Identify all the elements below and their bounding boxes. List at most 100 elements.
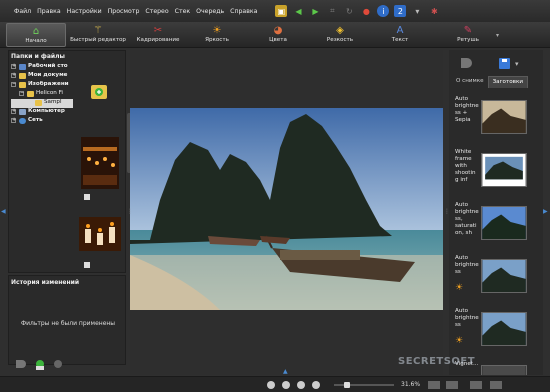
preset-thumbnail [481, 259, 527, 293]
ribbon-bar: ⌂ Начало ⚚ Быстрый редактор ✂ Кадрирован… [0, 22, 550, 48]
export-icon[interactable] [54, 360, 62, 368]
collapse-icon[interactable]: − [19, 91, 24, 96]
compare-view-icon[interactable] [446, 381, 458, 389]
actual-size-icon[interactable] [312, 381, 320, 389]
fullscreen-icon[interactable] [490, 381, 502, 389]
tab-about-photo[interactable]: О снимке [452, 76, 488, 88]
view-mode-buttons [428, 381, 502, 389]
thumbnail-view-icon[interactable] [470, 381, 482, 389]
expand-icon[interactable]: + [11, 64, 16, 69]
expand-icon[interactable]: + [11, 118, 16, 123]
collapse-icon[interactable]: − [11, 82, 16, 87]
open-folder-icon[interactable]: ▣ [275, 5, 288, 17]
thumbnail-candles-2[interactable] [79, 217, 121, 251]
main-toolbar: ▣ ◀ ▶ ⌗ ↻ ● i 2 ▾ ✱ [275, 5, 440, 17]
tab-quick-editor[interactable]: ⚚ Быстрый редактор [70, 23, 126, 47]
palette-icon: ◕ [273, 25, 283, 36]
add-folder-icon[interactable] [91, 85, 107, 99]
save-disk-icon[interactable] [499, 58, 510, 69]
menu-stack[interactable]: Стек [175, 8, 190, 15]
tab-text[interactable]: A Текст [382, 23, 418, 47]
apply-preset-icon[interactable] [461, 58, 472, 68]
undo-icon[interactable] [16, 360, 26, 368]
menu-settings[interactable]: Настройки [67, 8, 102, 15]
preset-item[interactable]: Auto brightness ☀ [453, 253, 535, 305]
tools-icon[interactable]: ✱ [428, 5, 440, 17]
tree-item-my-documents[interactable]: + Мои докуме [11, 72, 73, 81]
tab-home[interactable]: ⌂ Начало [6, 23, 66, 47]
crop-tool-icon[interactable]: ⌗ [326, 5, 338, 17]
info-icon[interactable]: i [377, 5, 390, 17]
tab-retouch[interactable]: ✎ Ретушь [448, 23, 488, 47]
folder-tree: + Рабочий сто + Мои докуме − Изображени … [11, 63, 73, 273]
menu-view[interactable]: Просмотр [108, 8, 140, 15]
zoom-level: 31.6% [401, 381, 421, 388]
tab-crop[interactable]: ✂ Кадрирование [134, 23, 182, 47]
fit-zoom-icon[interactable] [297, 381, 305, 389]
single-view-icon[interactable] [428, 381, 440, 389]
collapse-right-icon[interactable]: ▶ [543, 208, 548, 215]
thumbnail-checkbox[interactable] [84, 194, 90, 200]
text-a-icon: A [396, 25, 404, 36]
tree-item-images[interactable]: − Изображени [11, 81, 73, 90]
network-icon [19, 118, 26, 124]
tab-sharpness[interactable]: ◈ Резкость [318, 23, 362, 47]
preset-item[interactable]: Auto brightness, saturation, sh [453, 200, 535, 252]
zoom-slider-thumb[interactable] [344, 382, 350, 388]
sharpness-icon: ◈ [336, 25, 344, 36]
history-panel: История изменений Фильтры не были примен… [8, 275, 126, 365]
preset-item[interactable]: Auto brightness ☀ [453, 306, 535, 358]
menu-bar: Файл Правка Настройки Просмотр Стерео Ст… [0, 0, 550, 22]
zoom-out-icon[interactable] [267, 381, 275, 389]
folder-open-icon [35, 100, 42, 106]
tree-item-helicon[interactable]: − Helicon Fi [11, 90, 73, 99]
zoom-in-icon[interactable] [282, 381, 290, 389]
menu-stereo[interactable]: Стерео [145, 8, 168, 15]
menu-edit[interactable]: Правка [37, 8, 61, 15]
preset-thumbnail [481, 365, 527, 375]
preset-item[interactable]: White frame with shooting inf [453, 147, 535, 199]
splitter-left-icon[interactable]: ⋮ [127, 208, 133, 215]
expand-icon[interactable]: + [11, 73, 16, 78]
tab-colors-label: Цвета [269, 37, 287, 43]
save-options-arrow-icon[interactable]: ▾ [515, 60, 519, 68]
tab-presets[interactable]: Заготовки [487, 76, 528, 88]
expand-icon[interactable]: + [11, 109, 16, 114]
tab-brightness[interactable]: ☀ Яркость [196, 23, 238, 47]
tree-item-network[interactable]: + Сеть [11, 117, 73, 126]
map-pin-icon[interactable]: ● [360, 5, 372, 17]
menu-help[interactable]: Справка [230, 8, 257, 15]
splitter-right-icon[interactable]: ⋮ [444, 208, 450, 215]
thumbnail-candles-1[interactable] [81, 137, 119, 189]
image-viewer [130, 50, 443, 375]
collapse-bottom-icon[interactable]: ▲ [283, 368, 288, 375]
tree-item-computer[interactable]: + Компьютер [11, 108, 73, 117]
sun-icon: ☀ [455, 283, 464, 293]
main-photo[interactable] [130, 50, 443, 375]
zoom-slider[interactable] [330, 380, 398, 390]
stereo-badge-icon[interactable]: 2 [394, 5, 407, 17]
collapse-left-icon[interactable]: ◀ [1, 208, 6, 215]
forward-arrow-icon[interactable]: ▶ [309, 5, 321, 17]
tab-colors[interactable]: ◕ Цвета [258, 23, 298, 47]
folders-panel: Папки и файлы + Рабочий сто + Мои докуме… [8, 50, 132, 273]
tree-item-samples[interactable]: Sampl [11, 99, 73, 108]
tree-item-desktop[interactable]: + Рабочий сто [11, 63, 73, 72]
dropdown-arrow-icon[interactable]: ▾ [411, 5, 423, 17]
preset-label: Auto brightness [455, 255, 479, 275]
preset-item[interactable]: Auto brightness + Sepia [453, 94, 535, 146]
preset-label: Auto brightness [455, 308, 479, 328]
menu-queue[interactable]: Очередь [196, 8, 224, 15]
ribbon-more-icon[interactable]: ▾ [496, 32, 499, 39]
save-preset-icon[interactable] [36, 360, 44, 370]
folders-panel-title: Папки и файлы [11, 53, 65, 60]
thumbnail-checkbox[interactable] [84, 262, 90, 268]
back-arrow-icon[interactable]: ◀ [292, 5, 304, 17]
tab-home-label: Начало [25, 38, 47, 44]
preset-thumbnail [481, 312, 527, 346]
menu-file[interactable]: Файл [14, 8, 31, 15]
rotate-icon[interactable]: ↻ [343, 5, 355, 17]
preset-thumbnail [481, 100, 527, 134]
status-bar: 31.6% [0, 376, 550, 392]
preset-thumbnail [481, 153, 527, 187]
